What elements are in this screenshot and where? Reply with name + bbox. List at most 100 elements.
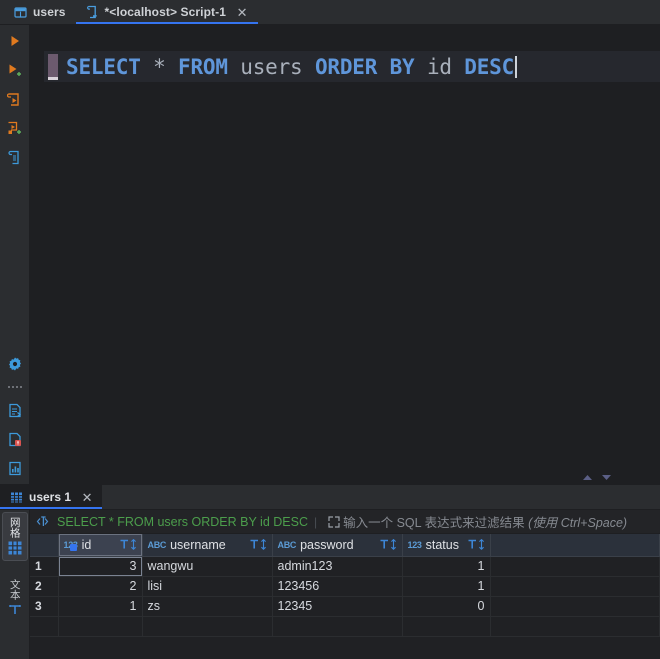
run-script-plus-icon [7, 121, 23, 136]
sql-token-column: id [426, 55, 452, 79]
sql-space [302, 55, 314, 79]
cell-status[interactable]: 0 [402, 596, 491, 617]
document-chart-icon [8, 461, 22, 476]
play-plus-icon [7, 63, 23, 78]
table-header: 123 id [30, 534, 660, 557]
type-number-icon: 123 [64, 540, 78, 551]
export-data-button[interactable] [5, 400, 25, 420]
type-text-icon: ABC [147, 539, 167, 550]
row-number[interactable] [30, 616, 59, 637]
cell-empty[interactable] [142, 616, 273, 637]
cell-status[interactable]: 1 [402, 556, 491, 577]
text-T-icon [8, 603, 22, 616]
column-header-filler [490, 534, 660, 557]
editor-tab-bar: users *<localhost> Script-1 ✕ [0, 0, 660, 25]
column-header-username[interactable]: ABC username [142, 534, 273, 557]
cell-empty[interactable] [272, 616, 403, 637]
toolbar-drag-handle[interactable] [6, 383, 24, 391]
filter-placeholder-text: 输入一个 SQL 表达式来过滤结果 [343, 516, 525, 530]
sql-editor[interactable]: SELECT * FROM users ORDER BY id DESC [30, 25, 660, 484]
select-all-corner[interactable] [30, 534, 59, 557]
results-tab-label: users 1 [29, 490, 72, 504]
sql-space [228, 55, 240, 79]
table-row[interactable]: 2 2 lisi 123456 1 [30, 576, 660, 597]
filter-divider: | [314, 514, 318, 529]
close-icon[interactable]: ✕ [81, 491, 93, 504]
table-row-empty[interactable] [30, 616, 660, 637]
sql-space [141, 55, 153, 79]
column-name: status [425, 537, 459, 552]
gear-icon [7, 356, 23, 372]
sql-token-order: ORDER [314, 55, 378, 79]
row-number[interactable]: 2 [30, 576, 59, 597]
tab-users[interactable]: users [0, 0, 76, 24]
type-number-icon: 123 [407, 539, 422, 550]
column-name: id [81, 537, 92, 552]
tab-script-1[interactable]: *<localhost> Script-1 ✕ [75, 0, 259, 24]
close-icon[interactable]: ✕ [236, 6, 248, 19]
table-icon [14, 6, 27, 19]
cell-username[interactable]: lisi [142, 576, 273, 597]
sql-query-line[interactable]: SELECT * FROM users ORDER BY id DESC [66, 52, 660, 82]
view-tab-grid[interactable]: 网格 [1, 512, 28, 561]
datagrip-window: users *<localhost> Script-1 ✕ SELECT * F… [0, 0, 660, 659]
execute-button[interactable] [5, 31, 25, 51]
cell-empty[interactable] [402, 616, 491, 637]
row-number[interactable]: 1 [30, 556, 59, 577]
column-header-id[interactable]: 123 id [58, 534, 143, 557]
collapse-down-icon[interactable] [601, 474, 612, 481]
editor-gutter [30, 25, 44, 484]
results-tab-bar: users 1 ✕ [0, 485, 660, 510]
cell-id[interactable]: 2 [58, 576, 143, 597]
cell-status[interactable]: 1 [402, 576, 491, 597]
table-row[interactable]: 3 1 zs 12345 0 [30, 596, 660, 617]
table-body: 1 3 wangwu admin123 1 2 2 lisi 123456 1 … [30, 556, 660, 637]
column-filter-sort-icon[interactable] [380, 539, 397, 551]
tab-label: users [33, 5, 66, 19]
cell-password[interactable]: admin123 [272, 556, 403, 577]
angle-T-icon [36, 515, 52, 528]
sql-token-by: BY [389, 55, 415, 79]
table-header-row: 123 id [30, 534, 660, 557]
column-filter-sort-icon[interactable] [120, 539, 137, 551]
run-script-icon [7, 92, 22, 107]
export-document-icon [8, 403, 22, 418]
document-error-button[interactable] [5, 429, 25, 449]
column-filter-sort-icon[interactable] [250, 539, 267, 551]
run-script-button[interactable] [5, 89, 25, 109]
results-tab-users-1[interactable]: users 1 ✕ [0, 485, 103, 509]
cell-empty[interactable] [58, 616, 143, 637]
expand-arrows-icon[interactable] [327, 515, 341, 529]
document-plan-icon [7, 150, 22, 165]
cell-password[interactable]: 12345 [272, 596, 403, 617]
sql-token-select: SELECT [66, 55, 141, 79]
column-header-password[interactable]: ABC password [272, 534, 403, 557]
script-icon [86, 5, 99, 19]
cell-id[interactable]: 1 [58, 596, 143, 617]
collapse-up-icon[interactable] [582, 474, 593, 481]
row-number[interactable]: 3 [30, 596, 59, 617]
explain-plan-button[interactable] [5, 147, 25, 167]
cell-password[interactable]: 123456 [272, 576, 403, 597]
sql-space [377, 55, 389, 79]
table-row[interactable]: 1 3 wangwu admin123 1 [30, 556, 660, 577]
cell-filler [490, 576, 660, 597]
results-grid[interactable]: 123 id [30, 534, 660, 659]
results-main: SELECT * FROM users ORDER BY id DESC | 输… [30, 510, 660, 659]
cell-filler [490, 596, 660, 617]
run-script-new-button[interactable] [5, 118, 25, 138]
execute-new-button[interactable] [5, 60, 25, 80]
column-filter-sort-icon[interactable] [468, 539, 485, 551]
results-filter-bar[interactable]: SELECT * FROM users ORDER BY id DESC | 输… [30, 510, 660, 534]
sql-token-table: users [240, 55, 303, 79]
settings-button[interactable] [5, 354, 25, 374]
editor-statement-marker [48, 54, 58, 80]
column-header-status[interactable]: 123 status [402, 534, 491, 557]
cell-username[interactable]: zs [142, 596, 273, 617]
editor-left-toolbar [0, 25, 30, 484]
cell-id[interactable]: 3 [58, 556, 143, 577]
view-tab-text[interactable]: 文本 [2, 575, 28, 621]
document-chart-button[interactable] [5, 458, 25, 478]
results-body: 网格 文本 SELECT * FROM users ORDER BY id DE… [0, 510, 660, 659]
cell-username[interactable]: wangwu [142, 556, 273, 577]
